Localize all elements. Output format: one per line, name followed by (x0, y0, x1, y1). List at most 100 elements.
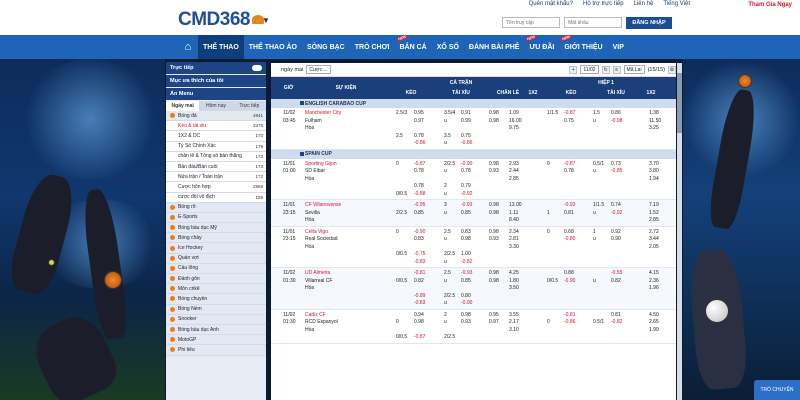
odds-cell[interactable]: -0.82 (461, 259, 472, 265)
odds-cell[interactable]: u (444, 118, 447, 124)
odds-cell[interactable]: 0.98 (489, 110, 499, 116)
sidebar-item[interactable]: E-Sports (166, 212, 266, 224)
odds-cell[interactable]: 2.85 (649, 217, 659, 223)
odds-cell[interactable]: 2.5/3 (396, 110, 407, 116)
odds-cell[interactable]: -0.88 (414, 191, 425, 197)
odds-cell[interactable]: 4.50 (649, 312, 659, 318)
odds-cell[interactable]: 2.44 (509, 168, 519, 174)
odds-cell[interactable]: 2/2.5 (444, 161, 455, 167)
join-now-link[interactable]: Tham Gia Ngay (748, 2, 792, 8)
odds-cell[interactable]: 0.80 (461, 293, 471, 299)
odds-cell[interactable]: 0 (547, 319, 550, 325)
away-team[interactable]: Sevilla (305, 210, 320, 216)
odds-cell[interactable]: -0.86 (414, 140, 425, 146)
away-team[interactable]: RCD Espanyol (305, 319, 338, 325)
home-team[interactable]: Cadiz CF (305, 312, 326, 318)
sidebar-item[interactable]: Môn crikê (166, 284, 266, 295)
nav-card-games[interactable]: ĐÁNH BÀI PHÊ (464, 35, 525, 59)
odds-cell[interactable]: 0.98 (489, 202, 499, 208)
odds-cell[interactable]: 0.91 (461, 110, 471, 116)
odds-cell[interactable]: -0.75 (414, 251, 425, 257)
home-team[interactable]: Sporting Gijon (305, 161, 337, 167)
odds-type-select[interactable]: Mã Lai (623, 65, 645, 74)
sidebar-item[interactable]: cược đối vô địch 159 (166, 192, 266, 203)
nav-fishing[interactable]: NEW BẮN CÁ (395, 34, 432, 59)
sidebar-item[interactable]: Bàn đầu/Bàn cuối 173 (166, 161, 266, 173)
odds-cell[interactable]: 0/0.5 (396, 251, 407, 257)
forgot-password-link[interactable]: Quên mật khẩu? (529, 1, 573, 7)
odds-cell[interactable]: 0.74 (611, 202, 621, 208)
odds-cell[interactable]: 3.80 (649, 168, 659, 174)
sidebar-item[interactable]: Quần vợt (166, 253, 266, 264)
odds-cell[interactable]: 0.95 (414, 110, 424, 116)
odds-cell[interactable]: 0.98 (489, 270, 499, 276)
sidebar-item[interactable]: 1X2 & DC 173 (166, 131, 266, 142)
odds-cell[interactable]: -0.82 (611, 319, 622, 325)
home-team[interactable]: Manchester City (305, 110, 341, 116)
sidebar-item[interactable]: Bóng đá 4841 (166, 111, 266, 122)
odds-cell[interactable]: -0.98 (611, 118, 622, 124)
sidebar-item[interactable]: Đánh gôn (166, 274, 266, 285)
odds-cell[interactable]: 0.81 (564, 210, 574, 216)
odds-cell[interactable]: 0.83 (414, 236, 424, 242)
nav-referral[interactable]: NEW GIỚI THIỆU (559, 34, 607, 59)
odds-cell[interactable]: 2.81 (509, 236, 519, 242)
odds-cell[interactable]: 11.50 (649, 118, 661, 124)
nav-virtual-sports[interactable]: THỂ THAO ẢO (244, 35, 302, 59)
refresh-icon[interactable]: ↻ (601, 65, 610, 74)
odds-cell[interactable]: -0.92 (611, 210, 622, 216)
odds-cell[interactable]: 3.5 (444, 133, 451, 139)
odds-cell[interactable]: -0.83 (414, 300, 425, 306)
away-team[interactable]: Real Sociedad (305, 236, 338, 242)
odds-cell[interactable]: -0.92 (461, 191, 472, 197)
odds-cell[interactable]: 0.78 (414, 168, 424, 174)
odds-cell[interactable]: 2 (444, 183, 447, 189)
odds-cell[interactable]: 1.09 (509, 110, 519, 116)
odds-cell[interactable]: 2.65 (649, 319, 659, 325)
odds-cell[interactable]: 2/2.5 (444, 251, 455, 257)
odds-cell[interactable]: u (444, 210, 447, 216)
odds-cell[interactable]: 0 (396, 319, 399, 325)
odds-cell[interactable]: 0.98 (489, 118, 499, 124)
odds-cell[interactable]: 3.5/4 (444, 110, 455, 116)
sidebar-item[interactable]: Bóng bầu dục Mỹ (166, 223, 266, 234)
nav-games[interactable]: TRÒ CHƠI (350, 35, 395, 59)
sidebar-item[interactable]: Bóng Ném (166, 304, 266, 315)
odds-cell[interactable]: 2.05 (649, 244, 659, 250)
sidebar-item[interactable]: Cầu lông (166, 263, 266, 274)
odds-cell[interactable]: 0/0.5 (396, 191, 407, 197)
odds-cell[interactable]: -0.80 (564, 236, 575, 242)
odds-cell[interactable]: u (444, 140, 447, 146)
odds-cell[interactable]: 0/0.5 (396, 278, 407, 284)
odds-cell[interactable]: -0.87 (564, 161, 575, 167)
tab-today[interactable]: Hôm nay (199, 101, 232, 111)
odds-select[interactable]: Cược ... (306, 65, 331, 74)
nav-lottery[interactable]: XỔ SỐ (432, 35, 464, 59)
odds-cell[interactable]: 4.25 (509, 270, 519, 276)
away-team[interactable]: SD Eibar (305, 168, 325, 174)
odds-cell[interactable]: 3.25 (649, 125, 659, 131)
sidebar-item[interactable]: Bóng bầu dục Anh (166, 324, 266, 336)
odds-cell[interactable]: 0.75 (461, 133, 471, 139)
odds-cell[interactable]: 0.93 (461, 319, 471, 325)
odds-cell[interactable]: 0.82 (414, 278, 424, 284)
odds-cell[interactable]: -0.90 (414, 229, 425, 235)
settings-icon[interactable]: ⚙ (668, 65, 676, 74)
away-team[interactable]: Villarreal CF (305, 278, 332, 284)
collapse-icon[interactable] (300, 101, 304, 105)
odds-cell[interactable]: u (444, 191, 447, 197)
odds-cell[interactable]: 0.98 (489, 278, 499, 284)
odds-cell[interactable]: -0.93 (564, 202, 575, 208)
odds-cell[interactable]: 0.98 (489, 161, 499, 167)
odds-cell[interactable]: 0.93 (489, 168, 499, 174)
odds-cell[interactable]: 2/2.5 (396, 210, 407, 216)
odds-cell[interactable]: 1.99 (649, 327, 659, 333)
sidebar-item[interactable]: Nửa trận / Toàn trận 173 (166, 172, 266, 183)
hide-menu-header[interactable]: Ẩn Menu (166, 88, 266, 100)
home-team[interactable]: UD Almeria (305, 270, 330, 276)
odds-cell[interactable]: 1.52 (649, 210, 659, 216)
odds-cell[interactable]: u (444, 168, 447, 174)
odds-cell[interactable]: 0 (396, 161, 399, 167)
home-team[interactable]: Celta Vigo (305, 229, 328, 235)
home-team[interactable]: CF Villanovense (305, 202, 341, 208)
